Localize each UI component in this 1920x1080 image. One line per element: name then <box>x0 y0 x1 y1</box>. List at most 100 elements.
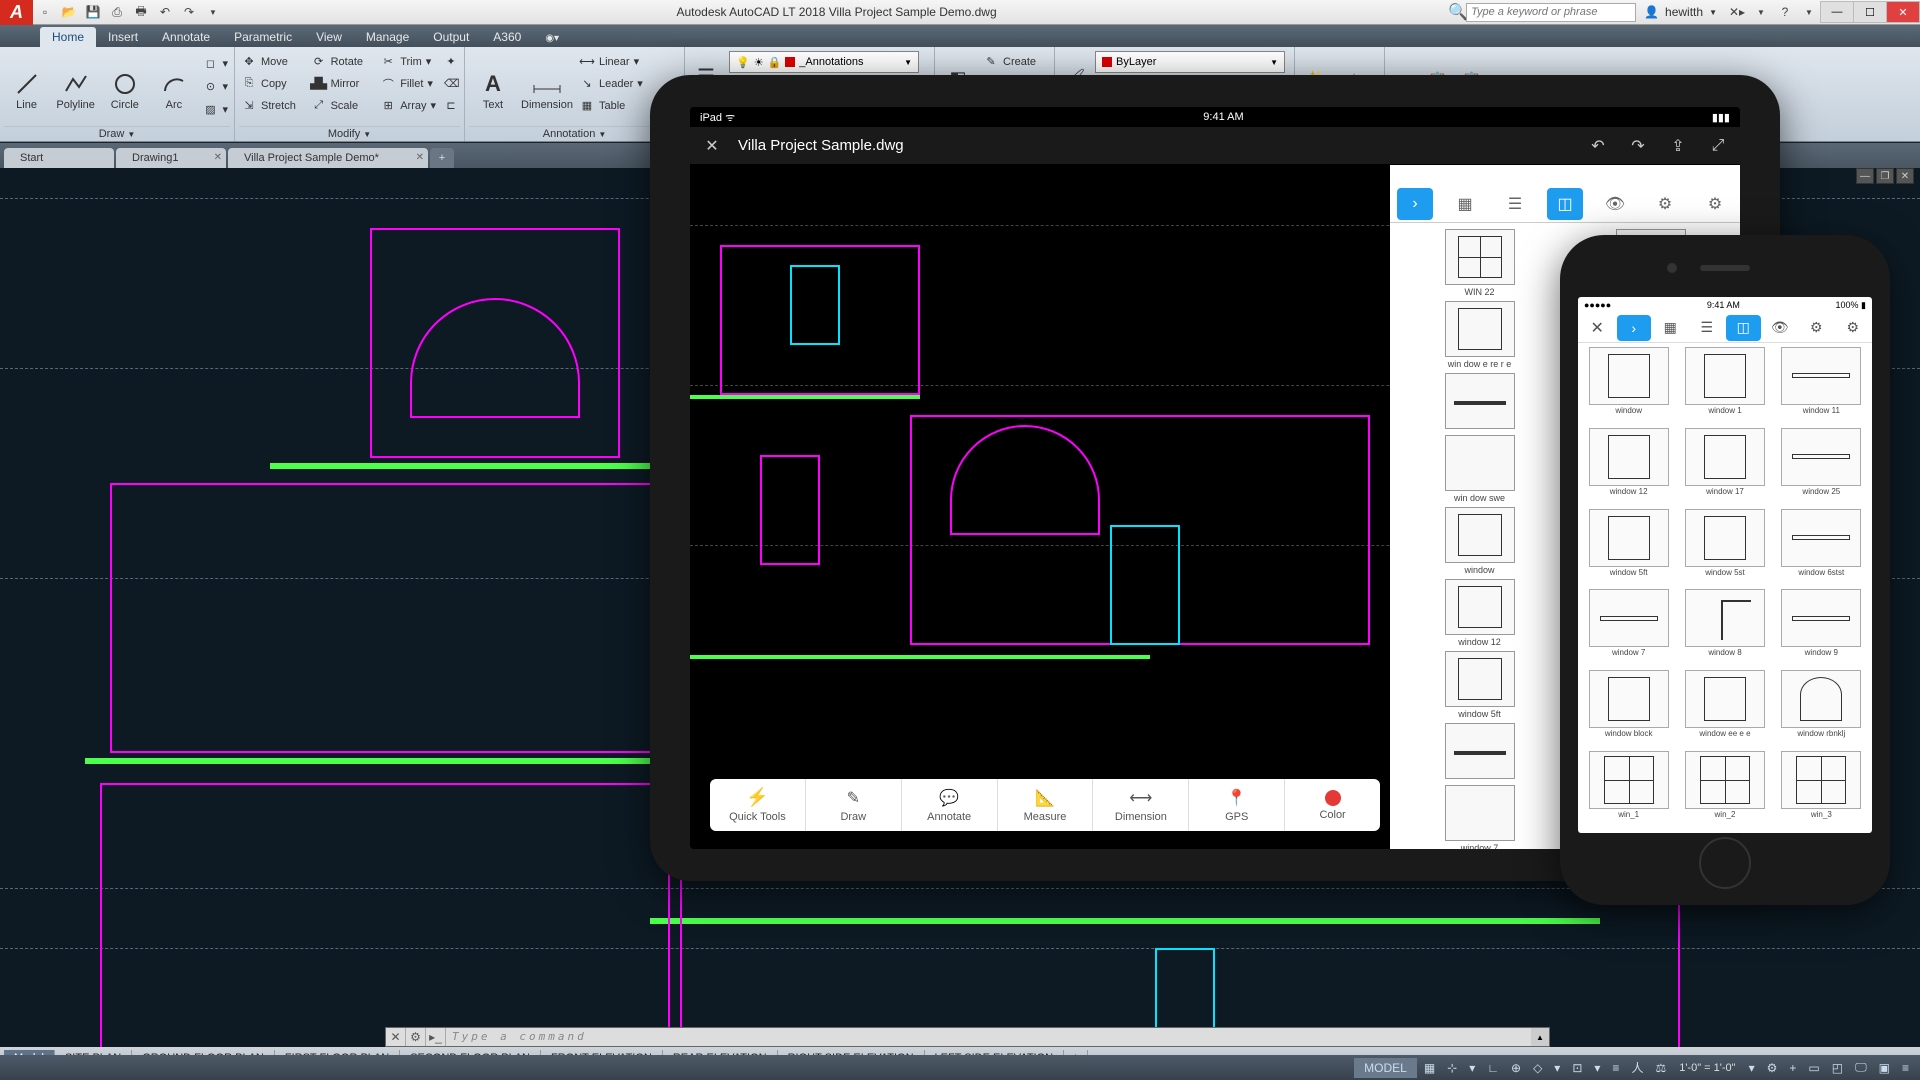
tool-scale[interactable]: ⤢Scale <box>309 95 379 116</box>
qat-undo-icon[interactable]: ↶ <box>154 1 176 23</box>
layer-combo[interactable]: 💡 ☀ 🔒 _Annotations ▼ <box>729 51 919 73</box>
cmd-options-icon[interactable]: ⚙ <box>406 1028 426 1046</box>
palette-item[interactable]: win dow e re r e <box>1396 301 1563 369</box>
minimize-button[interactable]: — <box>1820 1 1854 23</box>
exchange-icon[interactable]: ✕▸ <box>1726 1 1748 23</box>
status-iso-icon[interactable]: ◇ <box>1528 1058 1547 1078</box>
status-drop4-icon[interactable]: ▾ <box>1744 1058 1760 1078</box>
qat-new-icon[interactable]: ▫ <box>34 1 56 23</box>
ipad-pal-sliders-icon[interactable]: ⚙ <box>1647 188 1683 220</box>
tool-create-block[interactable]: ✎Create <box>981 51 1038 72</box>
ipad-pal-eye-icon[interactable]: 👁 <box>1597 188 1633 220</box>
tool-text[interactable]: AText <box>469 49 517 113</box>
iphone-settings-icon[interactable]: ⚙ <box>1836 315 1871 341</box>
status-ws-icon[interactable]: ◰ <box>1827 1058 1848 1078</box>
status-osnap-icon[interactable]: ⊡ <box>1567 1058 1587 1078</box>
tool-mirror[interactable]: ▟▙Mirror <box>309 73 379 94</box>
doc-restore-icon[interactable]: ❐ <box>1876 168 1894 184</box>
command-input[interactable]: Type a command <box>446 1028 1531 1046</box>
tool-rotate[interactable]: ⟳Rotate <box>309 51 379 72</box>
palette-item[interactable]: window 6stst <box>1775 509 1868 587</box>
ipad-expand-icon[interactable]: ⤢ <box>1704 132 1732 160</box>
status-ortho-icon[interactable]: ∟ <box>1482 1058 1504 1078</box>
tool-line[interactable]: Line <box>4 49 49 113</box>
palette-item[interactable]: window 5ft <box>1582 509 1675 587</box>
palette-item[interactable]: window 12 <box>1396 579 1563 647</box>
tool-array[interactable]: ⊞Array▾ <box>378 95 442 116</box>
palette-item[interactable]: WIN 22 <box>1396 229 1563 297</box>
help-icon[interactable]: ? <box>1774 1 1796 23</box>
cmd-history-icon[interactable]: ▲ <box>1531 1028 1549 1046</box>
palette-item[interactable]: window <box>1582 347 1675 425</box>
status-grid-icon[interactable]: ▦ <box>1419 1058 1440 1078</box>
palette-item[interactable]: window 12 <box>1582 428 1675 506</box>
tool-polyline[interactable]: Polyline <box>53 49 98 113</box>
cmd-close-icon[interactable]: ✕ <box>386 1028 406 1046</box>
palette-item[interactable]: window 17 <box>1678 428 1771 506</box>
status-anno2-icon[interactable]: ⚖ <box>1650 1058 1671 1078</box>
tool-move[interactable]: ✥Move <box>239 51 309 72</box>
iphone-sliders-icon[interactable]: ⚙ <box>1799 315 1834 341</box>
tool-explode-icon[interactable]: ✦ <box>442 51 460 72</box>
iphone-home-button[interactable] <box>1699 837 1751 889</box>
tool-stretch[interactable]: ⇲Stretch <box>239 95 309 116</box>
tool-arc[interactable]: Arc <box>151 49 196 113</box>
doc-tab-villa[interactable]: Villa Project Sample Demo*✕ <box>228 148 428 168</box>
status-drop3-icon[interactable]: ▾ <box>1589 1058 1605 1078</box>
iphone-collapse-icon[interactable]: › <box>1617 315 1652 341</box>
ipad-tool-quicktools[interactable]: ⚡Quick Tools <box>710 779 806 831</box>
tool-leader[interactable]: ↘Leader▾ <box>577 73 645 94</box>
iphone-close-icon[interactable]: ✕ <box>1580 315 1615 341</box>
status-scale[interactable]: 1'-0" = 1'-0" <box>1673 1062 1741 1074</box>
qat-redo-icon[interactable]: ↷ <box>178 1 200 23</box>
ipad-tool-measure[interactable]: 📐Measure <box>998 779 1094 831</box>
ipad-tool-dimension[interactable]: ⟷Dimension <box>1093 779 1189 831</box>
status-plus-icon[interactable]: + <box>1784 1058 1801 1078</box>
ipad-pal-grid-icon[interactable]: ▦ <box>1447 188 1483 220</box>
status-snap-icon[interactable]: ⊹ <box>1442 1058 1462 1078</box>
tool-dimension[interactable]: Dimension <box>517 49 577 113</box>
tool-copy[interactable]: ⎘Copy <box>239 73 309 94</box>
tab-extra-icon[interactable]: ◉▾ <box>533 30 571 47</box>
status-qp-icon[interactable]: ▭ <box>1803 1058 1824 1078</box>
help-drop-icon[interactable]: ▼ <box>1798 1 1820 23</box>
palette-item[interactable]: window block <box>1582 670 1675 748</box>
search-input[interactable] <box>1466 3 1636 22</box>
status-model[interactable]: MODEL <box>1354 1058 1417 1078</box>
iphone-layers-icon[interactable]: ☰ <box>1690 315 1725 341</box>
draw-extra3-icon[interactable]: ▨▾ <box>200 99 230 120</box>
palette-item[interactable]: win_2 <box>1678 751 1771 829</box>
tab-a360[interactable]: A360 <box>481 27 533 47</box>
palette-item[interactable]: window 8 <box>1678 589 1771 667</box>
palette-item[interactable]: window 7 <box>1396 785 1563 849</box>
search-icon[interactable]: 🔍 <box>1448 2 1466 22</box>
help-dropdown-icon[interactable]: ▼ <box>1750 1 1772 23</box>
palette-item[interactable] <box>1396 373 1563 431</box>
palette-item[interactable]: window 5st <box>1678 509 1771 587</box>
tool-linear[interactable]: ⟷Linear▾ <box>577 51 645 72</box>
tool-erase-icon[interactable]: ⌫ <box>442 73 460 94</box>
iphone-grid-icon[interactable]: ▦ <box>1653 315 1688 341</box>
tab-output[interactable]: Output <box>421 27 481 47</box>
palette-item[interactable]: window 9 <box>1775 589 1868 667</box>
tool-circle[interactable]: Circle <box>102 49 147 113</box>
tab-manage[interactable]: Manage <box>354 27 421 47</box>
bylayer-combo[interactable]: ByLayer ▼ <box>1095 51 1285 73</box>
ipad-pal-layers-icon[interactable]: ☰ <box>1497 188 1533 220</box>
ipad-pal-collapse-icon[interactable]: › <box>1397 188 1433 220</box>
user-area[interactable]: 👤 hewitth ▼ <box>1636 5 1725 19</box>
draw-extra2-icon[interactable]: ⊙▾ <box>200 76 230 97</box>
ipad-redo-icon[interactable]: ↷ <box>1624 132 1652 160</box>
close-tab-icon[interactable]: ✕ <box>416 152 424 163</box>
ipad-tool-annotate[interactable]: 💬Annotate <box>902 779 998 831</box>
ipad-pal-blocks-icon[interactable]: ◫ <box>1547 188 1583 220</box>
maximize-button[interactable]: ☐ <box>1853 1 1887 23</box>
status-gear-icon[interactable]: ⚙ <box>1762 1058 1783 1078</box>
new-tab-button[interactable]: + <box>430 148 454 168</box>
palette-item[interactable]: window 5ft <box>1396 651 1563 719</box>
ipad-close-icon[interactable]: ✕ <box>698 132 726 160</box>
ipad-tool-color[interactable]: Color <box>1285 779 1380 831</box>
status-monitor-icon[interactable]: 🖵 <box>1850 1057 1872 1078</box>
ipad-undo-icon[interactable]: ↶ <box>1584 132 1612 160</box>
status-anno-icon[interactable]: 人 <box>1626 1056 1648 1079</box>
